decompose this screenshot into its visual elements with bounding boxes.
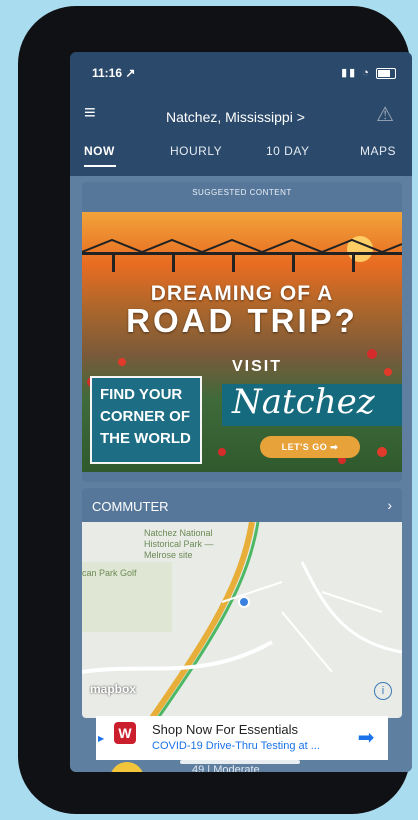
battery-icon bbox=[376, 67, 396, 79]
commuter-header[interactable]: COMMUTER › bbox=[82, 488, 402, 522]
tab-hourly[interactable]: HOURLY bbox=[170, 144, 222, 158]
app-header: ≡ Natchez, Mississippi > ⚠ bbox=[70, 92, 412, 136]
directions-arrow-icon[interactable]: ➡ bbox=[354, 726, 378, 750]
info-icon[interactable]: i bbox=[374, 682, 392, 700]
commuter-card[interactable]: COMMUTER › Natchez National Historical P… bbox=[82, 488, 402, 718]
map-label-park: Natchez National Historical Park — Melro… bbox=[144, 528, 214, 560]
walgreens-logo-icon: W bbox=[114, 722, 136, 744]
content-area[interactable]: SUGGESTED CONTENT DREAMING OF A ROAD TRI… bbox=[70, 176, 412, 772]
commuter-title: COMMUTER bbox=[92, 499, 169, 514]
suggested-content-card: SUGGESTED CONTENT DREAMING OF A ROAD TRI… bbox=[82, 182, 402, 482]
status-bar: 11:16 ↗ ▮▮ ◔ bbox=[70, 52, 412, 92]
status-icons: ▮▮ ◔ bbox=[341, 66, 396, 79]
ad-banner[interactable]: ▶ W Shop Now For Essentials COVID-19 Dri… bbox=[96, 716, 388, 760]
active-tab-indicator bbox=[84, 165, 116, 167]
wifi-icon: ◔ bbox=[362, 67, 371, 79]
ad-headline-line2: ROAD TRIP? bbox=[126, 302, 358, 339]
tab-maps[interactable]: MAPS bbox=[360, 144, 396, 158]
suggested-content-label: SUGGESTED CONTENT bbox=[192, 188, 292, 197]
banner-subtitle: COVID-19 Drive-Thru Testing at ... bbox=[152, 740, 320, 752]
home-indicator[interactable] bbox=[180, 760, 300, 764]
ad-visit-label: VISIT bbox=[232, 358, 283, 375]
status-time: 11:16 ↗ bbox=[92, 66, 136, 80]
visit-natchez-ad[interactable]: DREAMING OF A ROAD TRIP? FIND YOUR CORNE… bbox=[82, 212, 402, 472]
commuter-map[interactable]: Natchez National Historical Park — Melro… bbox=[82, 522, 402, 718]
signal-icon: ▮▮ bbox=[341, 67, 358, 79]
mapbox-attribution[interactable]: mapbox bbox=[90, 682, 136, 696]
ad-choices-icon[interactable]: ▶ bbox=[98, 734, 104, 743]
ad-tagline-box: FIND YOUR CORNER OF THE WORLD bbox=[90, 376, 202, 464]
app-screen: 11:16 ↗ ▮▮ ◔ ≡ Natchez, Mississippi > ⚠ … bbox=[70, 52, 412, 772]
tab-now[interactable]: NOW bbox=[84, 144, 115, 158]
tab-10-day[interactable]: 10 DAY bbox=[266, 144, 309, 158]
location-selector[interactable]: Natchez, Mississippi > bbox=[166, 109, 305, 125]
banner-title: Shop Now For Essentials bbox=[152, 722, 298, 737]
alert-icon[interactable]: ⚠ bbox=[376, 102, 394, 127]
chevron-right-icon[interactable]: › bbox=[387, 497, 392, 513]
leaf-icon bbox=[110, 762, 144, 772]
ad-brand-name: Natchez bbox=[232, 382, 375, 422]
map-label-golf: can Park Golf bbox=[82, 568, 137, 578]
air-quality-value: 49 | Moderate bbox=[192, 764, 260, 772]
tab-bar: NOW HOURLY 10 DAY MAPS bbox=[70, 138, 412, 168]
bridge-graphic bbox=[82, 238, 402, 272]
menu-icon[interactable]: ≡ bbox=[84, 102, 96, 125]
lets-go-button[interactable]: LET'S GO ➡ bbox=[260, 436, 360, 458]
phone-frame: 11:16 ↗ ▮▮ ◔ ≡ Natchez, Mississippi > ⚠ … bbox=[18, 6, 412, 814]
